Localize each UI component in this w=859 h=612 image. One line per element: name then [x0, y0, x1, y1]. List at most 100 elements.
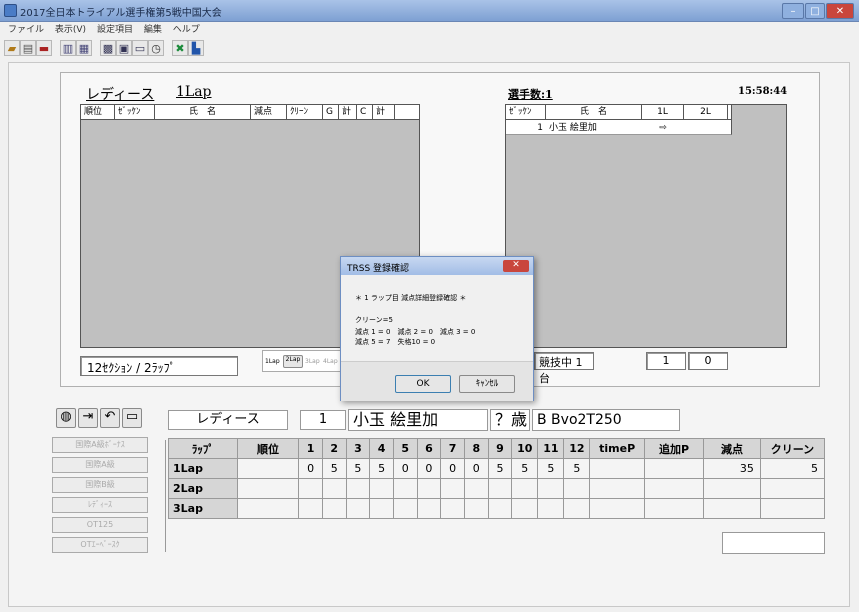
print-icon[interactable]: ▤	[20, 40, 36, 56]
undo-icon[interactable]: ↶	[100, 408, 120, 428]
score-cell[interactable]	[298, 478, 323, 499]
score-cell[interactable]	[369, 478, 394, 499]
rank-cell[interactable]	[236, 478, 300, 499]
score-cell[interactable]	[563, 498, 591, 519]
column-c-total[interactable]: 計	[373, 105, 395, 119]
rank-cell[interactable]	[236, 498, 300, 519]
table-row[interactable]: 3Lap	[168, 498, 826, 519]
score-cell[interactable]	[537, 478, 565, 499]
grid-icon[interactable]: ▩	[100, 40, 116, 56]
score-cell[interactable]	[440, 478, 465, 499]
column-bib[interactable]: ｾﾞｯｹﾝ	[115, 105, 155, 119]
score-cell[interactable]: 0	[463, 458, 489, 479]
score-cell[interactable]	[440, 498, 465, 519]
score-cell[interactable]: 0	[440, 458, 465, 479]
timep-cell[interactable]	[589, 478, 645, 499]
export-icon[interactable]: ⇥	[78, 408, 98, 428]
clock-icon[interactable]: ◷	[148, 40, 164, 56]
column-c[interactable]: C	[357, 105, 373, 119]
menu-edit[interactable]: 編集	[144, 22, 162, 35]
score-cell[interactable]: 5	[487, 458, 513, 479]
score-cell[interactable]	[298, 498, 323, 519]
column-entry-name[interactable]: 氏 名	[546, 105, 642, 119]
score-cell[interactable]: 5	[369, 458, 394, 479]
class-button-ia[interactable]: 国際A級	[52, 457, 148, 473]
column-g-total[interactable]: 計	[339, 105, 357, 119]
lock-icon[interactable]: ◍	[56, 408, 76, 428]
paste-icon[interactable]: ▦	[76, 40, 92, 56]
score-cell[interactable]	[416, 478, 442, 499]
column-rank[interactable]: 順位	[81, 105, 115, 119]
score-cell[interactable]	[392, 478, 418, 499]
score-cell[interactable]	[487, 498, 513, 519]
timep-cell[interactable]	[589, 498, 645, 519]
menu-help[interactable]: ヘルプ	[173, 22, 200, 35]
class-button-ia-bonus[interactable]: 国際A級ﾎﾞｰﾅｽ	[52, 437, 148, 453]
addp-cell[interactable]	[643, 498, 705, 519]
print-preview-icon[interactable]: ▣	[116, 40, 132, 56]
tab-2lap[interactable]: 2Lap	[283, 355, 303, 368]
score-cell[interactable]: 5	[345, 458, 371, 479]
tab-4lap[interactable]: 4Lap	[323, 358, 338, 365]
score-cell[interactable]	[463, 498, 489, 519]
tab-1lap[interactable]: 1Lap	[265, 358, 280, 365]
class-button-ot125[interactable]: OT125	[52, 517, 148, 533]
score-cell[interactable]: 0	[416, 458, 442, 479]
menu-settings[interactable]: 設定項目	[97, 22, 133, 35]
entry-list[interactable]: ｾﾞｯｹﾝ氏 名 1L 2L 1 小玉 絵里加 ⇨	[505, 104, 787, 348]
class-button-ib[interactable]: 国際B級	[52, 477, 148, 493]
cancel-button[interactable]: ｷｬﾝｾﾙ	[459, 375, 515, 393]
score-cell[interactable]	[537, 498, 565, 519]
save-disk-icon[interactable]: ▭	[122, 408, 142, 428]
score-cell[interactable]: 5	[563, 458, 591, 479]
score-cell[interactable]: 5	[511, 458, 539, 479]
score-cell[interactable]	[511, 478, 539, 499]
column-clean[interactable]: ｸﾘｰﾝ	[287, 105, 323, 119]
score-cell[interactable]: 0	[298, 458, 323, 479]
chart-icon[interactable]: ▙	[188, 40, 204, 56]
addp-cell[interactable]	[643, 478, 705, 499]
open-icon[interactable]: ▰	[4, 40, 20, 56]
column-2l[interactable]: 2L	[684, 105, 728, 119]
score-cell[interactable]	[463, 478, 489, 499]
column-g[interactable]: G	[323, 105, 339, 119]
score-cell[interactable]	[487, 478, 513, 499]
score-cell[interactable]: 5	[537, 458, 565, 479]
score-cell[interactable]	[321, 478, 347, 499]
menu-file[interactable]: ファイル	[8, 22, 44, 35]
score-cell[interactable]	[416, 498, 442, 519]
score-cell[interactable]	[563, 478, 591, 499]
score-cell[interactable]	[392, 498, 418, 519]
ok-button[interactable]: OK	[395, 375, 451, 393]
window-icon[interactable]: ▭	[132, 40, 148, 56]
dialog-close-button[interactable]: ✕	[503, 260, 529, 272]
menu-view[interactable]: 表示(V)	[55, 22, 86, 35]
score-cell[interactable]: 0	[392, 458, 418, 479]
maximize-button[interactable]: □	[805, 3, 825, 19]
list-item[interactable]: 1 小玉 絵里加 ⇨	[506, 120, 732, 135]
tab-3lap[interactable]: 3Lap	[305, 358, 320, 365]
column-name[interactable]: 氏 名	[155, 105, 251, 119]
column-penalty[interactable]: 減点	[251, 105, 287, 119]
rider-name: 小玉 絵里加	[348, 409, 488, 431]
score-cell[interactable]	[345, 498, 371, 519]
score-cell[interactable]: 5	[321, 458, 347, 479]
score-cell[interactable]	[345, 478, 371, 499]
save-icon[interactable]: ▬	[36, 40, 52, 56]
class-button-ladies[interactable]: ﾚﾃﾞｨｰｽ	[52, 497, 148, 513]
addp-cell[interactable]	[643, 458, 705, 479]
timep-cell[interactable]	[589, 458, 645, 479]
close-window-button[interactable]: ✕	[826, 3, 854, 19]
column-1l[interactable]: 1L	[642, 105, 684, 119]
column-entry-bib[interactable]: ｾﾞｯｹﾝ	[506, 105, 546, 119]
score-cell[interactable]	[369, 498, 394, 519]
score-cell[interactable]	[321, 498, 347, 519]
class-button-ot-base[interactable]: OTｴｰﾍﾞｰｽｸ	[52, 537, 148, 553]
table-row[interactable]: 1Lap 0 5 5 5 0 0 0 0 5 5 5 5 35 5	[168, 458, 826, 479]
close-icon[interactable]: ✖	[172, 40, 188, 56]
table-row[interactable]: 2Lap	[168, 478, 826, 499]
copy-icon[interactable]: ▥	[60, 40, 76, 56]
minimize-button[interactable]: –	[782, 3, 804, 19]
score-cell[interactable]	[511, 498, 539, 519]
rank-cell[interactable]	[236, 458, 300, 479]
